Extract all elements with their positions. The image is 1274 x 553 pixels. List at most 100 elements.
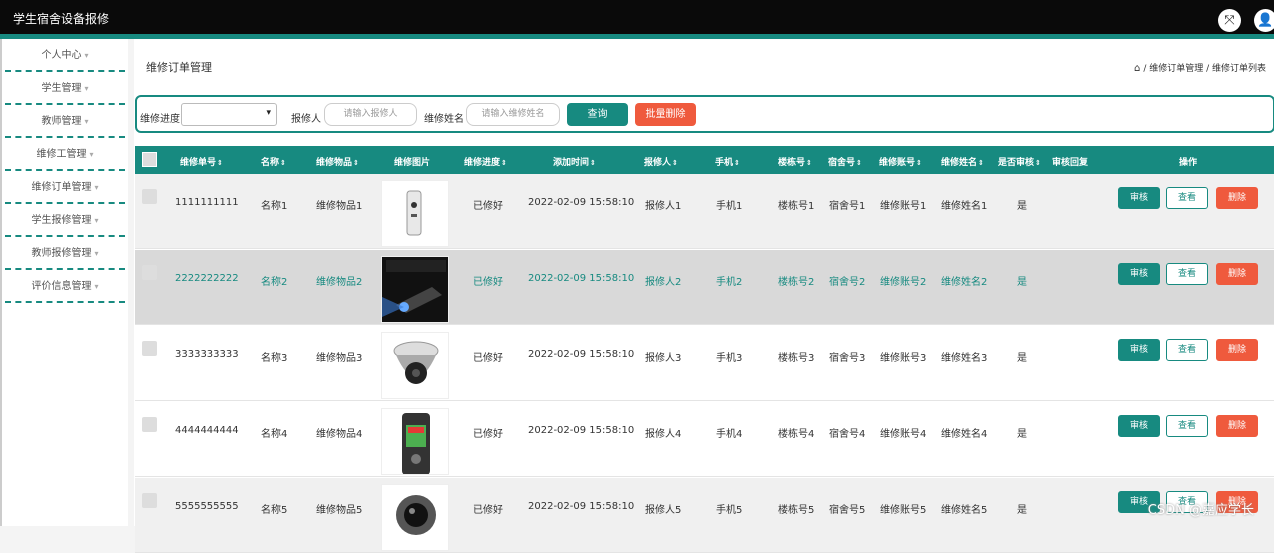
repair-image[interactable] — [381, 332, 449, 399]
home-icon[interactable]: ⌂ — [1134, 63, 1140, 74]
sidebar-item-personal-center[interactable]: 个人中心 ▾ — [5, 39, 125, 72]
sort-icon: ⇕ — [1035, 159, 1041, 167]
cell-name: 名称3 — [261, 353, 288, 364]
cell-name: 名称2 — [261, 277, 288, 288]
cell-progress: 已修好 — [473, 201, 503, 212]
query-button[interactable]: 查询 — [567, 103, 628, 126]
repair-image[interactable] — [381, 256, 449, 323]
cell-item: 维修物品2 — [316, 277, 363, 288]
batch-delete-button[interactable]: 批量删除 — [635, 103, 696, 126]
column-header[interactable]: 楼栋号⇕ — [778, 155, 812, 168]
progress-select[interactable]: ▾ — [181, 103, 277, 126]
audit-button[interactable]: 审核 — [1118, 415, 1160, 437]
column-header[interactable]: 维修进度⇕ — [464, 155, 507, 168]
cell-building: 楼栋号3 — [778, 353, 815, 364]
fullscreen-icon[interactable]: ⤧ — [1218, 9, 1241, 32]
cell-progress: 已修好 — [473, 277, 503, 288]
repair-image[interactable] — [381, 180, 449, 247]
delete-button[interactable]: 删除 — [1216, 415, 1258, 437]
breadcrumb-path: / 维修订单管理 / 维修订单列表 — [1143, 64, 1266, 74]
column-header[interactable]: 维修物品⇕ — [316, 155, 359, 168]
sidebar-item-students[interactable]: 学生管理 ▾ — [5, 72, 125, 105]
table-row: 4444444444 名称4 维修物品4 已修好 2022-02-09 15:58:10… — [135, 402, 1274, 477]
repair-image[interactable] — [381, 484, 449, 551]
audit-button[interactable]: 审核 — [1118, 339, 1160, 361]
sort-icon: ⇕ — [280, 159, 286, 167]
sort-icon: ⇕ — [916, 159, 922, 167]
cell-order_no: 5555555555 — [175, 501, 239, 512]
cell-reporter: 报修人4 — [645, 429, 682, 440]
chevron-down-icon: ▾ — [94, 249, 99, 258]
reporter-input[interactable]: 请输入报修人 — [324, 103, 417, 126]
row-checkbox[interactable] — [142, 189, 157, 204]
cell-reporter: 报修人3 — [645, 353, 682, 364]
column-header[interactable]: 维修账号⇕ — [879, 155, 922, 168]
view-button[interactable]: 查看 — [1166, 339, 1208, 361]
select-all-checkbox[interactable] — [142, 152, 157, 167]
audit-button[interactable]: 审核 — [1118, 263, 1160, 285]
column-header[interactable]: 名称⇕ — [261, 155, 286, 168]
top-bar: 学生宿舍设备报修 ⤧ 👤 — [0, 0, 1274, 34]
sidebar-item-teachers[interactable]: 教师管理 ▾ — [5, 105, 125, 138]
column-header[interactable]: 添加时间⇕ — [553, 155, 596, 168]
table-row: 1111111111 名称1 维修物品1 已修好 2022-02-09 15:58:10… — [135, 174, 1274, 249]
cell-building: 楼栋号4 — [778, 429, 815, 440]
row-checkbox[interactable] — [142, 493, 157, 508]
row-checkbox[interactable] — [142, 265, 157, 280]
user-icon[interactable]: 👤 — [1254, 9, 1274, 32]
delete-button[interactable]: 删除 — [1216, 263, 1258, 285]
column-header[interactable]: 是否审核⇕ — [998, 155, 1041, 168]
sidebar-item-reviews[interactable]: 评价信息管理 ▾ — [5, 270, 125, 303]
cell-phone: 手机2 — [716, 277, 743, 288]
sidebar-item-repair-orders[interactable]: 维修订单管理 ▾ — [5, 171, 125, 204]
view-button[interactable]: 查看 — [1166, 263, 1208, 285]
reporter-label: 报修人 — [291, 114, 321, 125]
repairer-input[interactable]: 请输入维修姓名 — [466, 103, 560, 126]
cell-repairer: 维修姓名2 — [941, 277, 988, 288]
chevron-down-icon: ▾ — [94, 183, 99, 192]
cell-repairer: 维修姓名1 — [941, 201, 988, 212]
delete-button[interactable]: 删除 — [1216, 339, 1258, 361]
sort-icon: ⇕ — [501, 159, 507, 167]
table-row: 2222222222 名称2 维修物品2 已修好 2022-02-09 15:58:10… — [135, 250, 1274, 325]
cell-reporter: 报修人2 — [645, 277, 682, 288]
sidebar-item-student-repairs[interactable]: 学生报修管理 ▾ — [5, 204, 125, 237]
cell-repairer: 维修姓名5 — [941, 505, 988, 516]
sidebar-item-label: 教师管理 — [41, 116, 82, 127]
cell-name: 名称5 — [261, 505, 288, 516]
column-header[interactable]: 手机⇕ — [715, 155, 740, 168]
chevron-down-icon: ▾ — [84, 84, 89, 93]
cell-time: 2022-02-09 15:58:10 — [528, 273, 635, 284]
view-button[interactable]: 查看 — [1166, 187, 1208, 209]
delete-button[interactable]: 删除 — [1216, 187, 1258, 209]
sort-icon: ⇕ — [856, 159, 862, 167]
repairer-label: 维修姓名 — [424, 114, 464, 125]
cell-item: 维修物品3 — [316, 353, 363, 364]
sidebar-item-teacher-repairs[interactable]: 教师报修管理 ▾ — [5, 237, 125, 270]
repair-image[interactable] — [381, 408, 449, 475]
column-header[interactable]: 维修姓名⇕ — [941, 155, 984, 168]
table-row: 3333333333 名称3 维修物品3 已修好 2022-02-09 15:58:10… — [135, 326, 1274, 401]
chevron-down-icon: ▾ — [94, 282, 99, 291]
row-checkbox[interactable] — [142, 341, 157, 356]
watermark: CSDN @嘉应学长 — [1147, 503, 1254, 518]
column-header[interactable]: 报修人⇕ — [644, 155, 678, 168]
cell-progress: 已修好 — [473, 353, 503, 364]
column-header[interactable]: 维修单号⇕ — [180, 155, 223, 168]
cell-building: 楼栋号5 — [778, 505, 815, 516]
audit-button[interactable]: 审核 — [1118, 187, 1160, 209]
cell-dorm: 宿舍号3 — [829, 353, 866, 364]
row-checkbox[interactable] — [142, 417, 157, 432]
cell-account: 维修账号3 — [880, 353, 927, 364]
sidebar-item-repairers[interactable]: 维修工管理 ▾ — [5, 138, 125, 171]
cell-phone: 手机1 — [716, 201, 743, 212]
cell-repairer: 维修姓名3 — [941, 353, 988, 364]
sidebar-item-label: 维修工管理 — [36, 149, 87, 160]
sort-icon: ⇕ — [353, 159, 359, 167]
cell-name: 名称1 — [261, 201, 288, 212]
column-header: 维修图片 — [394, 158, 431, 168]
sort-icon: ⇕ — [672, 159, 678, 167]
view-button[interactable]: 查看 — [1166, 415, 1208, 437]
column-header[interactable]: 宿舍号⇕ — [828, 155, 862, 168]
chevron-down-icon: ▾ — [266, 108, 271, 118]
